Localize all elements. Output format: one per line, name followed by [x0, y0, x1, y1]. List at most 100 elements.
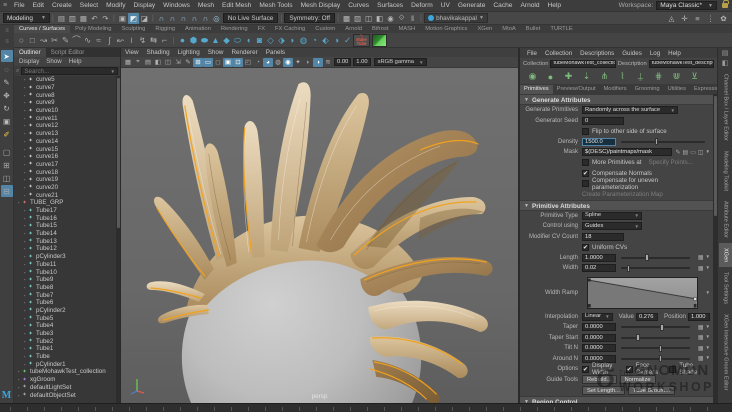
xgen-comb-icon[interactable]: ⋕ — [650, 70, 667, 84]
shelf-tab[interactable]: Bifrost — [367, 25, 393, 33]
outliner-item[interactable]: ▪ ✦ curve16 — [14, 153, 116, 161]
shelf-tab[interactable]: Curves / Surfaces — [14, 25, 71, 33]
outliner-item[interactable]: ▪ ✦ Tube12 — [14, 245, 116, 253]
planar-icon[interactable]: ◇ — [265, 34, 276, 47]
grid-icon[interactable]: ⊞ — [193, 57, 203, 67]
attribute-slider[interactable] — [621, 355, 690, 363]
description-dropdown[interactable]: tubeMohawkTest_description▼ — [648, 59, 714, 68]
workspace-dropdown[interactable]: Maya Classic* ▼ — [656, 1, 717, 10]
ramp-value-field[interactable]: 0.276 — [635, 312, 658, 321]
cv-curve-icon[interactable]: ↝ — [38, 34, 49, 47]
film-gate-icon[interactable]: ▭ — [203, 57, 213, 67]
modifier-cv-field[interactable]: 18 — [582, 232, 624, 241]
slider-value-field[interactable]: 0.0000 — [582, 344, 616, 353]
xgen-tab[interactable]: Expressions — [690, 85, 717, 94]
loft-icon[interactable]: ◙ — [254, 34, 265, 47]
bevel-icon[interactable]: ◔ — [309, 34, 320, 47]
chevron-down-icon[interactable]: ▼ — [706, 254, 710, 261]
outliner-item[interactable]: ▪ ✦ curve19 — [14, 176, 116, 184]
outliner-item[interactable]: ▪ ✦ pCylinder3 — [14, 253, 116, 261]
hypershade-icon[interactable]: ◉ — [385, 13, 396, 24]
screen-ao-icon[interactable]: ◑ — [313, 57, 323, 67]
outliner-item[interactable]: ▪ ✦ curve20 — [14, 184, 116, 192]
control-using-dropdown[interactable]: Guides ▼ — [582, 222, 642, 231]
layout-outliner-persp-icon[interactable]: ⊟ — [0, 185, 13, 197]
grid-options-icon[interactable]: ≡ — [692, 13, 703, 24]
xgen-menu-item[interactable]: Descriptions — [576, 50, 618, 57]
outliner-item[interactable]: ▪ ✦ pCylinder1 — [14, 360, 116, 368]
green-brush-shelf-button[interactable] — [372, 33, 387, 47]
xgen-tab[interactable]: Grooming — [631, 85, 664, 94]
shelf-tab[interactable]: FX Caching — [270, 25, 310, 33]
chevron-down-icon[interactable]: ▼ — [706, 290, 710, 295]
generate-primitives-dropdown[interactable]: Randomly across the surface ▼ — [582, 106, 678, 115]
make-tube-shelf-button[interactable]: ∿ Make Tube — [353, 33, 370, 47]
filter-icon[interactable]: ⌕ — [16, 68, 19, 75]
extend-curve-icon[interactable]: ↜ — [115, 34, 126, 47]
select-camera-icon[interactable]: ▦ — [123, 58, 133, 67]
xgen-menu-item[interactable]: Guides — [618, 50, 646, 57]
primitive-type-dropdown[interactable]: Spline ▼ — [582, 211, 642, 220]
outliner-item[interactable]: ▪ ✦ curve18 — [14, 168, 116, 176]
more-primitives-checkbox[interactable] — [582, 159, 589, 167]
layout-four-pane-icon[interactable]: ⊞ — [1, 159, 13, 171]
mask-field[interactable]: $(DESC)/paintmaps/mask — [582, 148, 673, 157]
outliner-item[interactable]: ▪ ✦ curve12 — [14, 122, 116, 130]
viewport-menu-item[interactable]: View — [121, 49, 143, 56]
outliner-item[interactable]: ▪ ✦ Tube16 — [14, 214, 116, 222]
textured-icon[interactable]: ◉ — [283, 57, 293, 67]
rebuild-button[interactable]: Rebuild... — [582, 375, 617, 385]
snap-grid-icon[interactable]: ∩ — [156, 13, 167, 24]
attribute-slider[interactable] — [621, 334, 690, 342]
xgen-add-guide-icon[interactable]: ⋔ — [596, 70, 613, 84]
xgen-clear-preview-icon[interactable]: ● — [542, 70, 559, 84]
dock-expand-icon[interactable]: ◧ — [720, 59, 731, 69]
lights-icon[interactable]: ✦ — [293, 58, 303, 67]
dock-pin-icon[interactable]: ▤ — [720, 49, 731, 59]
map-button-icon[interactable]: ▦ — [698, 355, 704, 362]
outliner-item[interactable]: ▪ ✦ curve14 — [14, 138, 116, 146]
move-tool-icon[interactable]: ✥ — [1, 89, 13, 101]
outliner-item[interactable]: ▪ ✦ Tube17 — [14, 207, 116, 215]
shelf-tab[interactable]: Poly Modeling — [70, 25, 116, 33]
make-live-icon[interactable]: ◎ — [211, 13, 222, 24]
attribute-slider[interactable] — [621, 344, 690, 352]
redo-icon[interactable]: ↷ — [100, 13, 111, 24]
menubar-item[interactable]: Generate — [454, 2, 490, 9]
chevron-down-icon[interactable]: ▼ — [706, 355, 710, 362]
pause-viewport-icon[interactable]: ‖ — [407, 13, 418, 24]
outliner-item[interactable]: ▪ ✦ curve11 — [14, 114, 116, 122]
select-hierarchy-icon[interactable]: ▣ — [117, 13, 128, 24]
paint-select-tool-icon[interactable]: ✎ — [1, 76, 13, 88]
gamma-field[interactable]: 1.00 — [353, 58, 371, 66]
outliner-search-input[interactable]: Search... ▼ — [21, 67, 118, 75]
pencil-curve-icon[interactable]: ✎ — [60, 34, 71, 47]
outliner-item[interactable]: ▪ ✦ curve13 — [14, 130, 116, 138]
chevron-down-icon[interactable]: ▼ — [706, 345, 710, 352]
lasso-tool-icon[interactable]: ◌ — [1, 63, 13, 75]
shelf-tab[interactable]: Motion Graphics — [420, 25, 472, 33]
menubar-item[interactable]: Deform — [407, 2, 437, 9]
menubar-item[interactable]: Mesh Display — [297, 2, 345, 9]
shelf-tab[interactable]: FX — [253, 25, 270, 33]
flip-checkbox[interactable] — [582, 127, 589, 135]
save-scene-icon[interactable]: ▦ — [78, 13, 89, 24]
new-scene-icon[interactable]: ▤ — [56, 13, 67, 24]
xgen-menu-item[interactable]: Collection — [541, 50, 576, 57]
motion-blur-icon[interactable]: ≋ — [323, 58, 333, 67]
map-button-icon[interactable]: ▦ — [698, 324, 704, 331]
select-component-icon[interactable]: ◪ — [139, 13, 150, 24]
outliner-item[interactable]: ▪ ✦ Tube10 — [14, 268, 116, 276]
specify-points-button[interactable]: Specify Points... — [649, 159, 693, 166]
attribute-slider[interactable] — [621, 264, 690, 272]
outliner-item[interactable]: ▪ ✦ pCylinder2 — [14, 307, 116, 315]
menubar-item[interactable]: Edit Mesh — [218, 2, 255, 9]
resolution-gate-icon[interactable]: ◻ — [213, 58, 223, 67]
nurbs-sphere-icon[interactable]: ● — [177, 34, 188, 47]
snap-view-plane-icon[interactable]: ∩ — [200, 13, 211, 24]
outliner-item[interactable]: ▪ ✦ Tube14 — [14, 230, 116, 238]
revolve-icon[interactable]: ◖ — [243, 34, 254, 47]
xgen-place-guides-icon[interactable]: ⇣ — [578, 70, 595, 84]
dock-tab[interactable]: Tool Settings — [719, 267, 732, 309]
render-view-icon[interactable]: ▩ — [341, 13, 352, 24]
